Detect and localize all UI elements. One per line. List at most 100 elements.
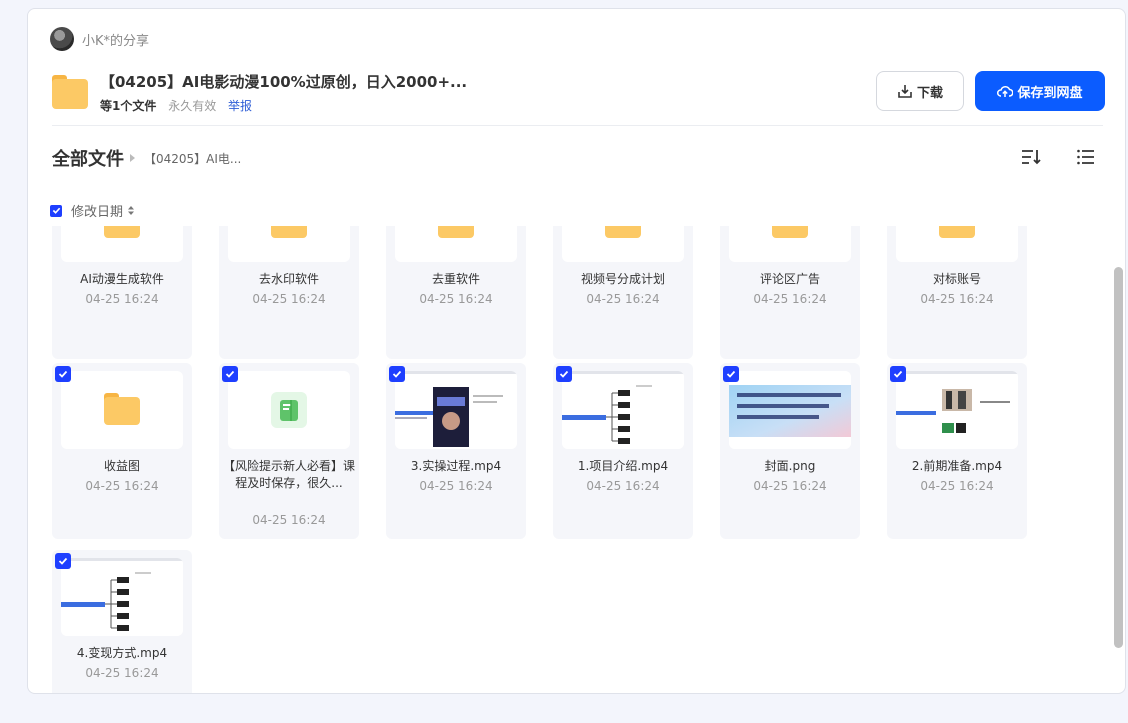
- check-icon: [726, 370, 736, 378]
- share-title: 【04205】AI电影动漫100%过原创，日入2000+...: [100, 73, 468, 91]
- file-name: 收益图: [103, 459, 140, 473]
- file-name: 评论区广告: [759, 272, 820, 286]
- file-thumbnail: [896, 226, 1018, 262]
- breadcrumb-root[interactable]: 全部文件: [52, 145, 124, 171]
- video-thumbnail: [395, 371, 517, 449]
- check-icon: [392, 370, 402, 378]
- sharer-info: 小K*的分享: [50, 27, 149, 51]
- file-checkbox[interactable]: [556, 366, 572, 382]
- file-date: 04-25 16:24: [920, 479, 994, 493]
- folder-icon: [104, 226, 140, 238]
- file-checkbox[interactable]: [723, 366, 739, 382]
- folder-icon: [271, 226, 307, 238]
- sort-icon[interactable]: [1020, 147, 1042, 167]
- file-name: 4.变现方式.mp4: [76, 646, 168, 660]
- cloud-upload-icon: [997, 85, 1014, 97]
- file-name: 3.实操过程.mp4: [410, 459, 502, 473]
- download-button[interactable]: 下载: [876, 71, 964, 111]
- video-thumbnail: [61, 558, 183, 636]
- chevron-right-icon: [130, 154, 135, 162]
- download-label: 下载: [916, 85, 943, 101]
- file-card[interactable]: 【风险提示新人必看】课程及时保存，很久... 04-25 16:24: [219, 363, 359, 539]
- sharer-name: 小K*的分享: [82, 33, 150, 49]
- check-icon: [893, 370, 903, 378]
- file-thumbnail: [395, 371, 517, 449]
- image-thumbnail: [729, 371, 851, 449]
- file-name: 对标账号: [932, 272, 981, 286]
- breadcrumb-current[interactable]: 【04205】AI电...: [144, 150, 241, 167]
- list-icon[interactable]: [1076, 147, 1096, 167]
- folder-icon: [772, 226, 808, 238]
- check-icon: [58, 557, 68, 565]
- save-label: 保存到网盘: [1017, 85, 1083, 101]
- file-date: 04-25 16:24: [85, 666, 159, 680]
- sort-by-date[interactable]: 修改日期: [71, 201, 123, 220]
- file-checkbox[interactable]: [55, 366, 71, 382]
- file-card[interactable]: 2.前期准备.mp4 04-25 16:24: [887, 363, 1027, 539]
- file-date: 04-25 16:24: [586, 479, 660, 493]
- select-all-checkbox[interactable]: [50, 204, 62, 217]
- file-name: 2.前期准备.mp4: [911, 459, 1003, 473]
- scrollbar[interactable]: [1114, 267, 1123, 648]
- file-date: 04-25 16:24: [419, 292, 493, 306]
- file-name: 【风险提示新人必看】课程及时保存，很久...: [223, 459, 355, 490]
- file-checkbox[interactable]: [55, 553, 71, 569]
- file-date: 04-25 16:24: [753, 292, 827, 306]
- file-checkbox[interactable]: [890, 366, 906, 382]
- file-date: 04-25 16:24: [920, 292, 994, 306]
- check-icon: [225, 370, 235, 378]
- file-thumbnail: [61, 558, 183, 636]
- file-name: 1.项目介绍.mp4: [577, 459, 669, 473]
- sort-bar: 修改日期: [50, 201, 135, 220]
- file-card[interactable]: 评论区广告 04-25 16:24: [720, 226, 860, 359]
- document-icon: [271, 392, 307, 428]
- avatar[interactable]: [50, 27, 74, 51]
- sort-caret-icon[interactable]: [127, 205, 135, 216]
- file-thumbnail: [562, 226, 684, 262]
- file-card[interactable]: 封面.png 04-25 16:24: [720, 363, 860, 539]
- file-card[interactable]: AI动漫生成软件 04-25 16:24: [52, 226, 192, 359]
- file-date: 04-25 16:24: [586, 292, 660, 306]
- validity: 永久有效: [168, 99, 217, 113]
- file-thumbnail: [562, 371, 684, 449]
- file-date: 04-25 16:24: [85, 292, 159, 306]
- check-icon: [52, 207, 60, 214]
- file-card[interactable]: 1.项目介绍.mp4 04-25 16:24: [553, 363, 693, 539]
- file-checkbox[interactable]: [389, 366, 405, 382]
- folder-icon: [438, 226, 474, 238]
- folder-icon: [939, 226, 975, 238]
- file-date: 04-25 16:24: [419, 479, 493, 493]
- check-icon: [559, 370, 569, 378]
- file-date: 04-25 16:24: [753, 479, 827, 493]
- file-name: 视频号分成计划: [580, 272, 665, 286]
- file-date: 04-25 16:24: [252, 513, 326, 527]
- video-thumbnail: [562, 371, 684, 449]
- file-card[interactable]: 去重软件 04-25 16:24: [386, 226, 526, 359]
- folder-icon: [104, 393, 140, 425]
- file-checkbox[interactable]: [222, 366, 238, 382]
- save-to-drive-button[interactable]: 保存到网盘: [975, 71, 1105, 111]
- folder-icon: [605, 226, 641, 238]
- file-thumbnail: [61, 226, 183, 262]
- file-card[interactable]: 视频号分成计划 04-25 16:24: [553, 226, 693, 359]
- file-card[interactable]: 去水印软件 04-25 16:24: [219, 226, 359, 359]
- file-card[interactable]: 4.变现方式.mp4 04-25 16:24: [52, 550, 192, 693]
- file-name: AI动漫生成软件: [80, 272, 164, 286]
- file-thumbnail: [729, 226, 851, 262]
- file-thumbnail: [729, 371, 851, 449]
- file-thumbnail: [228, 371, 350, 449]
- file-date: 04-25 16:24: [252, 292, 326, 306]
- file-count: 等1个文件: [100, 99, 157, 113]
- file-card[interactable]: 3.实操过程.mp4 04-25 16:24: [386, 363, 526, 539]
- share-meta: 等1个文件 永久有效 举报: [100, 97, 467, 114]
- file-card[interactable]: 收益图 04-25 16:24: [52, 363, 192, 539]
- folder-icon: [52, 75, 88, 109]
- file-thumbnail: [395, 226, 517, 262]
- report-link[interactable]: 举报: [228, 99, 252, 113]
- file-name: 去水印软件: [258, 272, 319, 286]
- download-icon: [898, 85, 912, 98]
- file-card[interactable]: 对标账号 04-25 16:24: [887, 226, 1027, 359]
- check-icon: [58, 370, 68, 378]
- file-thumbnail: [896, 371, 1018, 449]
- share-panel: 小K*的分享 【04205】AI电影动漫100%过原创，日入2000+... 等…: [27, 8, 1126, 694]
